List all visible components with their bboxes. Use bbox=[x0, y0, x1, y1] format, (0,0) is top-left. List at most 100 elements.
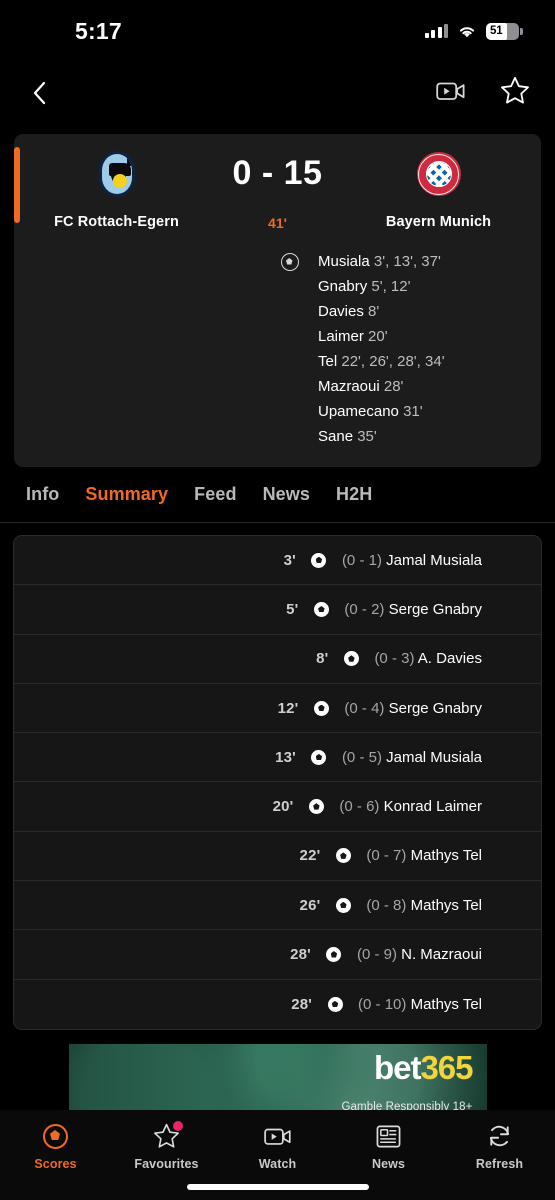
event-row[interactable]: 3' (0 - 1) Jamal Musiala bbox=[14, 536, 541, 586]
battery-level: 51 bbox=[490, 25, 503, 37]
signal-icon bbox=[424, 24, 448, 38]
event-detail: (0 - 7) Mathys Tel bbox=[366, 847, 482, 864]
battery-icon: 51 bbox=[486, 22, 523, 40]
notification-badge bbox=[173, 1121, 183, 1131]
scorer-name: Upamecano bbox=[318, 403, 399, 420]
event-score: (0 - 2) bbox=[344, 600, 385, 618]
ad-brand-logo: bet365 bbox=[374, 1051, 474, 1084]
away-team[interactable]: Bayern Munich bbox=[346, 148, 531, 230]
home-team-name: FC Rottach-Egern bbox=[54, 214, 179, 230]
refresh-icon bbox=[489, 1125, 510, 1147]
home-indicator bbox=[186, 1184, 369, 1190]
event-score: (0 - 6) bbox=[339, 798, 380, 816]
status-bar-time: 5:17 bbox=[75, 17, 122, 44]
scorer-name: Mazraoui bbox=[318, 378, 380, 395]
bottom-tab-label: Scores bbox=[34, 1157, 77, 1171]
bottom-tab-refresh[interactable]: Refresh bbox=[444, 1122, 555, 1171]
scorers-block: Musiala 3', 13', 37' Gnabry 5', 12' Davies… bbox=[14, 231, 541, 449]
event-row[interactable]: 12' (0 - 4) Serge Gnabry bbox=[14, 684, 541, 734]
event-score: (0 - 1) bbox=[341, 551, 382, 569]
event-minute: 3' bbox=[283, 551, 296, 569]
event-score: (0 - 5) bbox=[341, 748, 382, 766]
ad-banner[interactable]: bet365 Gamble Responsibly 18+ bbox=[68, 1043, 487, 1119]
event-row[interactable]: 13' (0 - 5) Jamal Musiala bbox=[14, 733, 541, 783]
bottom-tab-label: Favourites bbox=[134, 1157, 199, 1171]
newspaper-icon bbox=[376, 1122, 401, 1150]
event-row[interactable]: 28' (0 - 10) Mathys Tel bbox=[14, 980, 541, 1029]
scorer-name: Davies bbox=[318, 303, 364, 320]
bottom-tab-label: Watch bbox=[258, 1157, 297, 1171]
event-detail: (0 - 4) Serge Gnabry bbox=[344, 700, 482, 717]
football-icon bbox=[43, 1123, 68, 1149]
scorer-minutes: 31' bbox=[403, 403, 423, 420]
wifi-icon bbox=[457, 24, 477, 39]
favourite-button[interactable] bbox=[500, 76, 530, 110]
bottom-tab-news[interactable]: News bbox=[333, 1122, 444, 1171]
newspaper-icon bbox=[376, 1125, 401, 1147]
event-row[interactable]: 8' (0 - 3) A. Davies bbox=[14, 635, 541, 684]
event-minute: 5' bbox=[286, 600, 299, 618]
home-team[interactable]: FC Rottach-Egern bbox=[24, 148, 209, 230]
event-score: (0 - 10) bbox=[358, 995, 407, 1013]
scorer-name: Sane bbox=[318, 428, 354, 445]
event-player: Serge Gnabry bbox=[388, 600, 482, 618]
scorer-line: Upamecano 31' bbox=[318, 399, 541, 424]
bottom-tab-label: Refresh bbox=[475, 1157, 524, 1171]
bottom-tab-scores[interactable]: Scores bbox=[0, 1122, 111, 1171]
bottom-tab-watch[interactable]: Watch bbox=[222, 1122, 333, 1171]
goal-ball-icon bbox=[320, 848, 366, 864]
scorer-minutes: 3', 13', 37' bbox=[373, 253, 441, 270]
event-minute: 8' bbox=[316, 650, 329, 668]
event-detail: (0 - 10) Mathys Tel bbox=[358, 996, 482, 1013]
star-icon bbox=[501, 76, 529, 104]
video-camera-icon bbox=[263, 1122, 292, 1150]
event-player: A. Davies bbox=[417, 650, 482, 668]
tab-feed[interactable]: Feed bbox=[194, 484, 236, 505]
event-detail: (0 - 3) A. Davies bbox=[374, 650, 482, 667]
tab-news[interactable]: News bbox=[263, 484, 310, 505]
event-player: N. Mazraoui bbox=[401, 946, 482, 964]
event-minute: 20' bbox=[272, 798, 294, 816]
event-minute: 28' bbox=[291, 995, 313, 1013]
event-detail: (0 - 1) Jamal Musiala bbox=[342, 552, 482, 569]
event-player: Serge Gnabry bbox=[388, 699, 482, 717]
bottom-tab-favourites[interactable]: Favourites bbox=[111, 1121, 222, 1171]
event-minute: 13' bbox=[275, 748, 296, 766]
match-summary-card[interactable]: FC Rottach-Egern 0 - 15 41' Bayern Munic… bbox=[14, 134, 541, 467]
goal-ball-icon bbox=[320, 897, 366, 913]
bottom-tab-label: News bbox=[371, 1157, 406, 1171]
scorer-minutes: 20' bbox=[368, 328, 388, 345]
scorer-line: Musiala 3', 13', 37' bbox=[318, 249, 541, 274]
goal-ball-icon bbox=[293, 799, 339, 815]
event-minute: 12' bbox=[277, 699, 299, 717]
back-button[interactable] bbox=[22, 76, 56, 110]
navigation-actions bbox=[436, 76, 530, 110]
goal-ball-icon bbox=[312, 996, 358, 1012]
video-camera-icon bbox=[263, 1128, 291, 1145]
navigation-bar bbox=[0, 62, 555, 124]
event-row[interactable]: 5' (0 - 2) Serge Gnabry bbox=[14, 585, 541, 635]
event-player: Konrad Laimer bbox=[383, 798, 482, 816]
event-row[interactable]: 28' (0 - 9) N. Mazraoui bbox=[14, 930, 541, 980]
goal-ball-icon bbox=[298, 601, 344, 617]
live-indicator-bar bbox=[14, 147, 20, 223]
goal-ball-icon bbox=[296, 749, 342, 765]
video-camera-icon bbox=[436, 82, 465, 100]
tab-info[interactable]: Info bbox=[26, 484, 59, 505]
goal-ball-icon bbox=[311, 947, 357, 963]
video-button[interactable] bbox=[436, 80, 466, 107]
event-score: (0 - 9) bbox=[356, 946, 397, 964]
scorer-line: Gnabry 5', 12' bbox=[318, 274, 541, 299]
scorer-line: Mazraoui 28' bbox=[318, 374, 541, 399]
scorer-name: Laimer bbox=[318, 328, 364, 345]
event-minute: 26' bbox=[299, 896, 321, 914]
tab-summary[interactable]: Summary bbox=[85, 484, 168, 505]
event-row[interactable]: 22' (0 - 7) Mathys Tel bbox=[14, 832, 541, 882]
event-row[interactable]: 26' (0 - 8) Mathys Tel bbox=[14, 881, 541, 931]
away-team-crest bbox=[416, 148, 461, 200]
event-row[interactable]: 20' (0 - 6) Konrad Laimer bbox=[14, 782, 541, 832]
scorer-list: Musiala 3', 13', 37' Gnabry 5', 12' Davies… bbox=[318, 249, 541, 449]
match-score: 0 - 15 bbox=[232, 154, 323, 192]
scorer-minutes: 35' bbox=[357, 428, 377, 445]
tab-h2h[interactable]: H2H bbox=[336, 484, 372, 505]
